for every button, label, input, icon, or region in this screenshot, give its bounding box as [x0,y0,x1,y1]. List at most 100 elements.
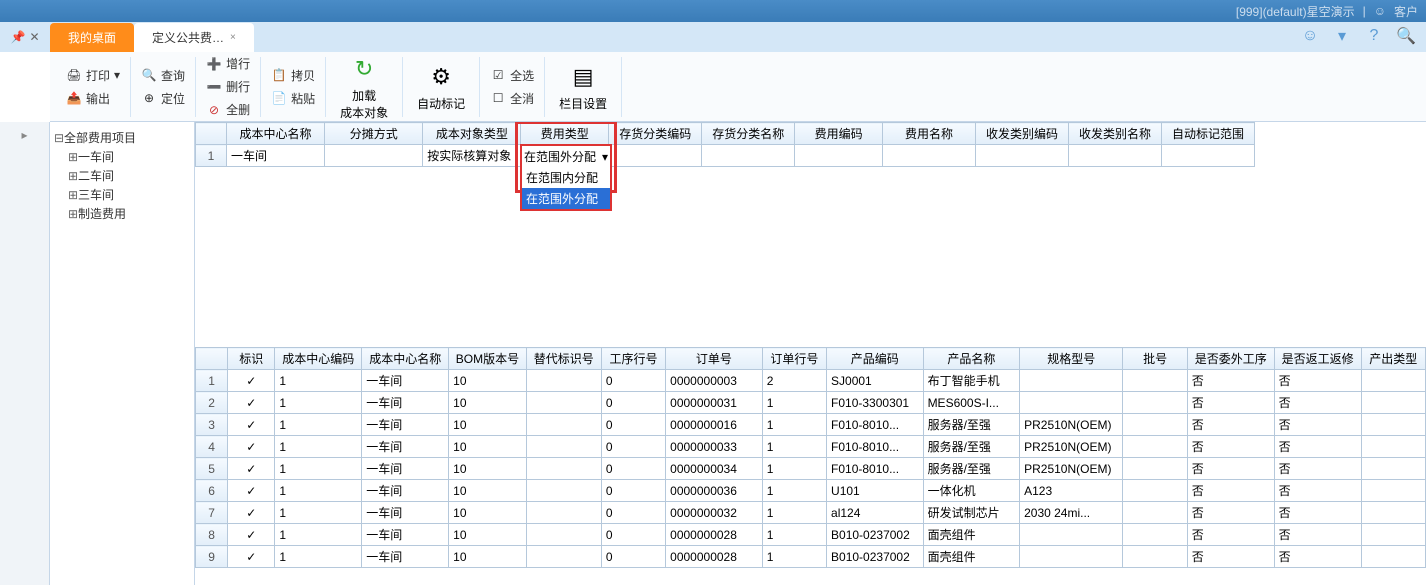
cell[interactable]: ✓ [228,370,275,392]
cell[interactable]: 1 [275,502,362,524]
cell[interactable]: 1 [762,414,826,436]
cell[interactable] [1361,458,1425,480]
cell[interactable]: 一车间 [362,436,449,458]
cell[interactable] [1361,502,1425,524]
cell[interactable]: 10 [449,546,527,568]
pin-icon[interactable]: 📌 [10,30,25,44]
cell[interactable]: 0 [601,480,665,502]
col-14[interactable]: 是否返工返修 [1274,348,1361,370]
table-row[interactable]: 8✓1一车间10000000000281B010-0237002面壳组件否否 [196,524,1426,546]
cell[interactable] [1123,414,1187,436]
cell[interactable]: PR2510N(OEM) [1020,436,1123,458]
col-7[interactable]: 订单号 [666,348,763,370]
expand-icon[interactable]: ⊞ [68,188,78,202]
col-alloc[interactable]: 分摊方式 [325,123,423,145]
tree-node-2[interactable]: ⊞二车间 [54,166,190,185]
dropdown-option-1[interactable]: 在范围内分配 [522,167,610,188]
cell[interactable]: 研发试制芯片 [923,502,1020,524]
cell[interactable]: 否 [1187,524,1274,546]
col-11[interactable]: 规格型号 [1020,348,1123,370]
cell[interactable] [1123,458,1187,480]
dropdown-option-2[interactable]: 在范围外分配 [522,188,610,209]
dropdown-selected[interactable]: 在范围外分配▾ [522,146,610,167]
expand-icon[interactable]: ⊞ [68,150,78,164]
chevron-icon[interactable]: ▸ [0,122,49,142]
cell[interactable]: 否 [1187,370,1274,392]
cell[interactable]: 布丁智能手机 [923,370,1020,392]
cell[interactable]: 服务器/至强 [923,458,1020,480]
col-3[interactable]: 成本中心名称 [362,348,449,370]
tree-root[interactable]: ⊟全部费用项目 [54,128,190,147]
column-settings-button[interactable]: ▤栏目设置 [551,57,615,116]
cell[interactable] [609,145,702,167]
cell[interactable] [1123,480,1187,502]
cell[interactable] [526,502,601,524]
cell[interactable]: 0 [601,370,665,392]
cell[interactable]: 10 [449,480,527,502]
cell[interactable]: 10 [449,458,527,480]
cell[interactable]: 0000000036 [666,480,763,502]
cell[interactable] [1020,524,1123,546]
cell[interactable] [526,480,601,502]
cell[interactable] [1361,480,1425,502]
tree-node-1[interactable]: ⊞一车间 [54,147,190,166]
cell[interactable]: 一车间 [362,480,449,502]
cell[interactable] [1361,370,1425,392]
cell[interactable]: 一车间 [362,392,449,414]
cell[interactable]: U101 [827,480,924,502]
table-row[interactable]: 1 一车间 按实际核算对象 共用材料 [196,145,1255,167]
cell[interactable]: 1 [762,458,826,480]
cell[interactable] [1361,392,1425,414]
cell[interactable] [1361,414,1425,436]
cell[interactable]: al124 [827,502,924,524]
cell[interactable]: F010-8010... [827,436,924,458]
col-12[interactable]: 批号 [1123,348,1187,370]
cell[interactable]: 1 [275,458,362,480]
cell[interactable]: 服务器/至强 [923,414,1020,436]
cell[interactable] [526,458,601,480]
cell[interactable] [1123,524,1187,546]
table-row[interactable]: 1✓1一车间10000000000032SJ0001布丁智能手机否否 [196,370,1426,392]
cell[interactable]: 1 [196,370,228,392]
col-10[interactable]: 产品名称 [923,348,1020,370]
col-1[interactable]: 标识 [228,348,275,370]
table-row[interactable]: 2✓1一车间10000000000311F010-3300301MES600S-… [196,392,1426,414]
cell[interactable]: 10 [449,502,527,524]
tab-close-icon[interactable]: × [230,32,236,43]
col-feecode[interactable]: 费用编码 [795,123,883,145]
cell[interactable] [1361,524,1425,546]
cell[interactable]: 2030 24mi... [1020,502,1123,524]
cell[interactable]: 服务器/至强 [923,436,1020,458]
export-button[interactable]: 📤输出 [62,88,124,109]
col-feename[interactable]: 费用名称 [883,123,976,145]
cell[interactable]: 否 [1187,414,1274,436]
table-row[interactable]: 5✓1一车间10000000000341F010-8010...服务器/至强PR… [196,458,1426,480]
cell[interactable]: 否 [1187,458,1274,480]
cell[interactable] [1123,436,1187,458]
cell[interactable]: 1 [275,414,362,436]
cell[interactable]: 0000000031 [666,392,763,414]
cell[interactable]: 否 [1274,392,1361,414]
cell[interactable]: 1 [275,546,362,568]
cell[interactable]: 6 [196,480,228,502]
cell[interactable]: 1 [762,480,826,502]
cell[interactable]: 0000000003 [666,370,763,392]
cell[interactable] [526,392,601,414]
cell[interactable]: ✓ [228,546,275,568]
cell[interactable]: 7 [196,502,228,524]
cell[interactable]: 一车间 [362,524,449,546]
cell-obj[interactable]: 按实际核算对象 [423,145,521,167]
cell[interactable]: SJ0001 [827,370,924,392]
selectnone-button[interactable]: ☐全消 [486,88,538,109]
delall-button[interactable]: ⊘全删 [202,99,254,120]
cell[interactable]: 1 [762,502,826,524]
cell[interactable]: 否 [1274,502,1361,524]
cell[interactable]: 0 [601,546,665,568]
cell[interactable] [1068,145,1161,167]
cell[interactable] [526,524,601,546]
load-cost-button[interactable]: ↻加载 成本对象 [332,49,396,125]
search-icon[interactable]: 🔍 [1396,26,1416,46]
col-13[interactable]: 是否委外工序 [1187,348,1274,370]
col-costtype[interactable]: 费用类型 [521,123,609,145]
cell[interactable]: 9 [196,546,228,568]
